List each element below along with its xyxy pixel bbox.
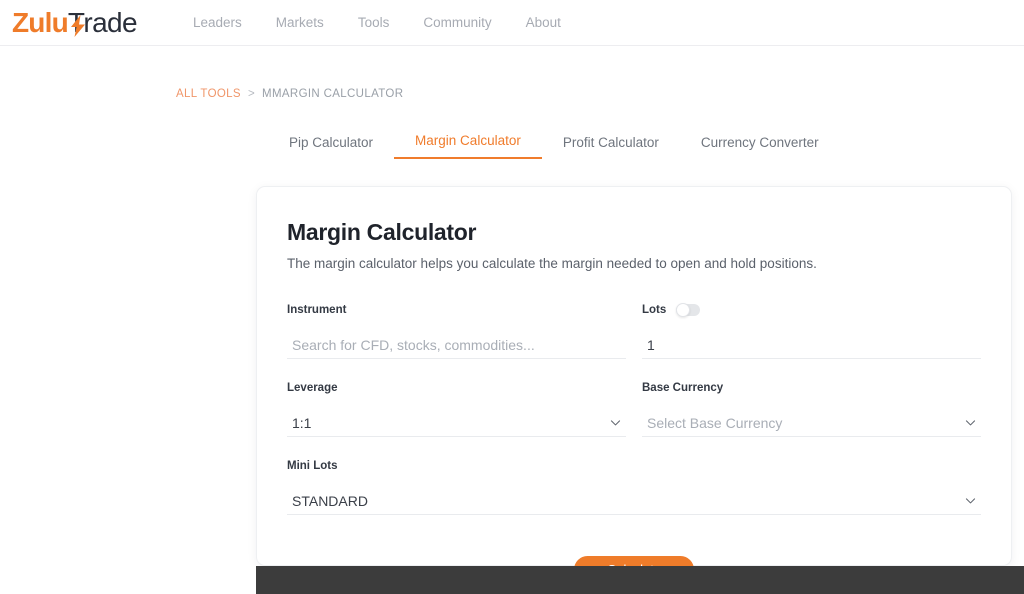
main-nav: Leaders Markets Tools Community About xyxy=(193,15,561,30)
chevron-down-icon xyxy=(610,420,621,426)
toggle-knob-icon xyxy=(676,303,691,317)
tab-pip-calculator[interactable]: Pip Calculator xyxy=(268,135,394,159)
lots-units-toggle[interactable] xyxy=(676,303,701,317)
field-label-base-currency: Base Currency xyxy=(642,382,724,394)
field-label-lots-row: Lots xyxy=(642,303,981,317)
chevron-down-icon xyxy=(965,420,976,426)
field-label-lots: Lots xyxy=(642,304,667,316)
form-row-3: Mini Lots STANDARD xyxy=(287,459,981,537)
nav-item-tools[interactable]: Tools xyxy=(358,15,390,30)
breadcrumb: ALL TOOLS > MMARGIN CALCULATOR xyxy=(176,88,1024,100)
chevron-down-icon xyxy=(965,498,976,504)
logo-text-zulu: Zulu xyxy=(12,6,69,38)
calculator-tabs: Pip Calculator Margin Calculator Profit … xyxy=(268,133,1024,159)
form-row-1: Instrument Search for CFD, stocks, commo… xyxy=(287,303,981,381)
instrument-input-wrapper[interactable]: Search for CFD, stocks, commodities... xyxy=(287,331,626,359)
margin-calculator-card: Margin Calculator The margin calculator … xyxy=(256,186,1012,583)
tab-currency-converter[interactable]: Currency Converter xyxy=(680,135,840,159)
top-navigation-bar: Zulu Trade Leaders Markets Tools Communi… xyxy=(0,0,1024,46)
field-label-mini-lots: Mini Lots xyxy=(287,460,338,472)
field-base-currency: Base Currency Select Base Currency xyxy=(642,381,981,459)
lots-input-wrapper[interactable]: 1 xyxy=(642,331,981,359)
margin-calculator-form: Instrument Search for CFD, stocks, commo… xyxy=(287,303,981,583)
leverage-select[interactable]: 1:1 xyxy=(287,409,626,437)
field-mini-lots: Mini Lots STANDARD xyxy=(287,459,981,537)
field-leverage: Leverage 1:1 xyxy=(287,381,626,459)
breadcrumb-current-page: MMARGIN CALCULATOR xyxy=(262,88,404,100)
mini-lots-selected-value: STANDARD xyxy=(292,492,368,509)
instrument-input[interactable]: Search for CFD, stocks, commodities... xyxy=(292,337,535,353)
breadcrumb-separator-icon: > xyxy=(247,88,256,100)
leverage-selected-value: 1:1 xyxy=(292,414,312,431)
form-row-2: Leverage 1:1 Base Currency Select Base C… xyxy=(287,381,981,459)
field-lots: Lots 1 xyxy=(642,303,981,381)
field-label-leverage: Leverage xyxy=(287,382,338,394)
mini-lots-select[interactable]: STANDARD xyxy=(287,487,981,515)
page-title: Margin Calculator xyxy=(287,219,477,245)
tab-margin-calculator[interactable]: Margin Calculator xyxy=(394,133,542,159)
zulutrade-logo[interactable]: Zulu Trade xyxy=(12,6,138,38)
nav-item-about[interactable]: About xyxy=(526,15,561,30)
nav-item-community[interactable]: Community xyxy=(423,15,491,30)
nav-item-leaders[interactable]: Leaders xyxy=(193,15,242,30)
base-currency-select[interactable]: Select Base Currency xyxy=(642,409,981,437)
base-currency-selected-value: Select Base Currency xyxy=(647,414,783,431)
field-label-instrument: Instrument xyxy=(287,304,347,316)
tab-profit-calculator[interactable]: Profit Calculator xyxy=(542,135,680,159)
nav-item-markets[interactable]: Markets xyxy=(276,15,324,30)
breadcrumb-link-all-tools[interactable]: ALL TOOLS xyxy=(176,88,241,100)
page-description: The margin calculator helps you calculat… xyxy=(287,256,817,271)
field-instrument: Instrument Search for CFD, stocks, commo… xyxy=(287,303,626,381)
lots-input[interactable]: 1 xyxy=(647,337,655,353)
footer-bar xyxy=(256,566,1024,594)
